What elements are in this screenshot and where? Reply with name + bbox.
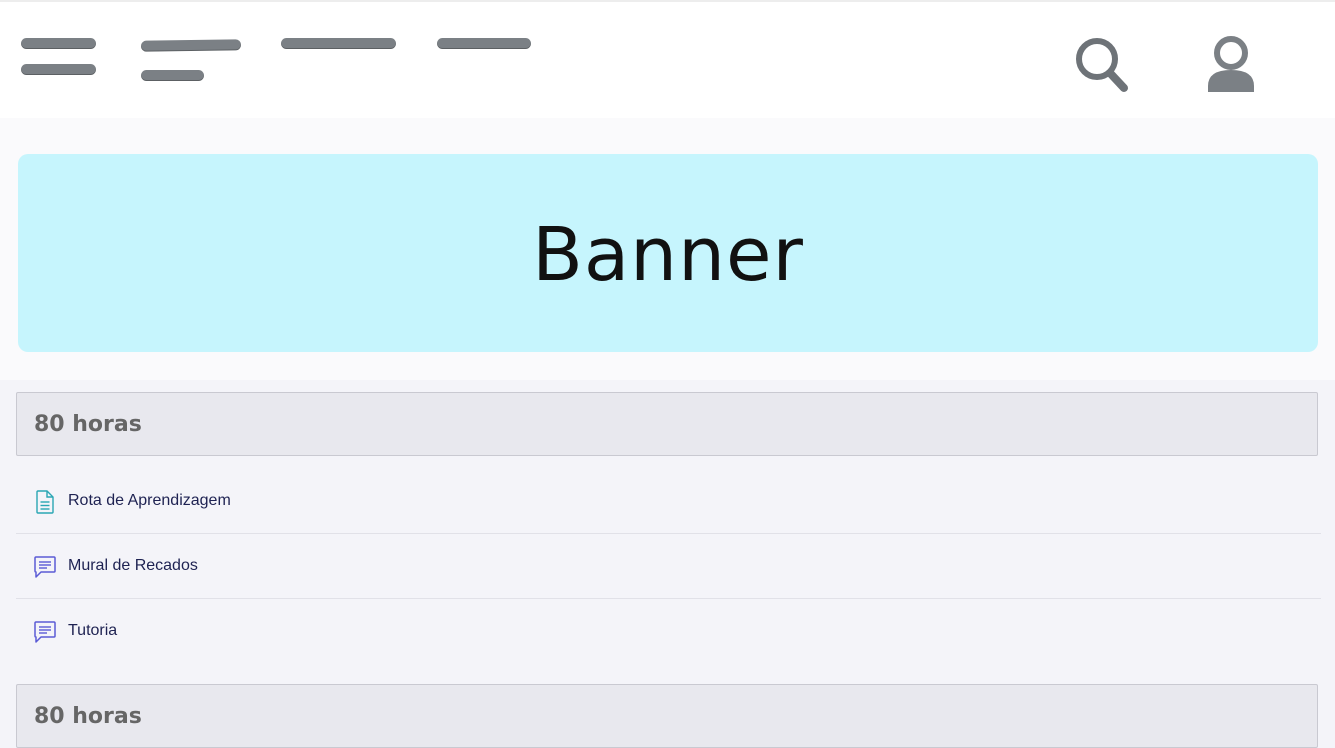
forum-icon: [34, 556, 56, 578]
course-content: 80 horas Rota de Aprendizagem Mural de R…: [6, 380, 1335, 748]
section-title: 80 horas: [34, 412, 142, 437]
section-header[interactable]: 80 horas: [16, 392, 1318, 456]
activity-label: Rota de Aprendizagem: [68, 492, 231, 509]
activity-label: Tutoria: [68, 622, 118, 639]
activity-tutoring[interactable]: Tutoria: [16, 600, 1321, 664]
activity-message-board[interactable]: Mural de Recados: [16, 535, 1321, 599]
nav-placeholder-bar: [281, 38, 396, 49]
nav-placeholder-bar: [140, 39, 242, 52]
document-icon: [36, 490, 54, 514]
section-title: 80 horas: [34, 704, 142, 729]
nav-item-2[interactable]: [138, 2, 244, 102]
activity-label: Mural de Recados: [68, 557, 198, 574]
user-profile-button[interactable]: [1198, 32, 1264, 94]
banner-area: Banner: [0, 118, 1335, 380]
forum-icon: [34, 621, 56, 643]
nav-placeholder-bar: [141, 70, 204, 81]
banner-text: Banner: [532, 212, 804, 298]
hamburger-menu-button[interactable]: [18, 2, 100, 102]
user-icon: [1208, 36, 1254, 92]
search-button[interactable]: [1070, 32, 1134, 96]
nav-item-3[interactable]: [278, 2, 400, 102]
hamburger-icon: [21, 38, 96, 49]
nav-item-4[interactable]: [434, 2, 534, 102]
activity-learning-route[interactable]: Rota de Aprendizagem: [16, 470, 1321, 534]
banner: Banner: [18, 154, 1318, 352]
search-icon: [1076, 38, 1128, 92]
nav-placeholder-bar: [437, 38, 531, 49]
top-header: [0, 0, 1335, 118]
section-header[interactable]: 80 horas: [16, 684, 1318, 748]
hamburger-icon-line-2: [21, 64, 96, 75]
